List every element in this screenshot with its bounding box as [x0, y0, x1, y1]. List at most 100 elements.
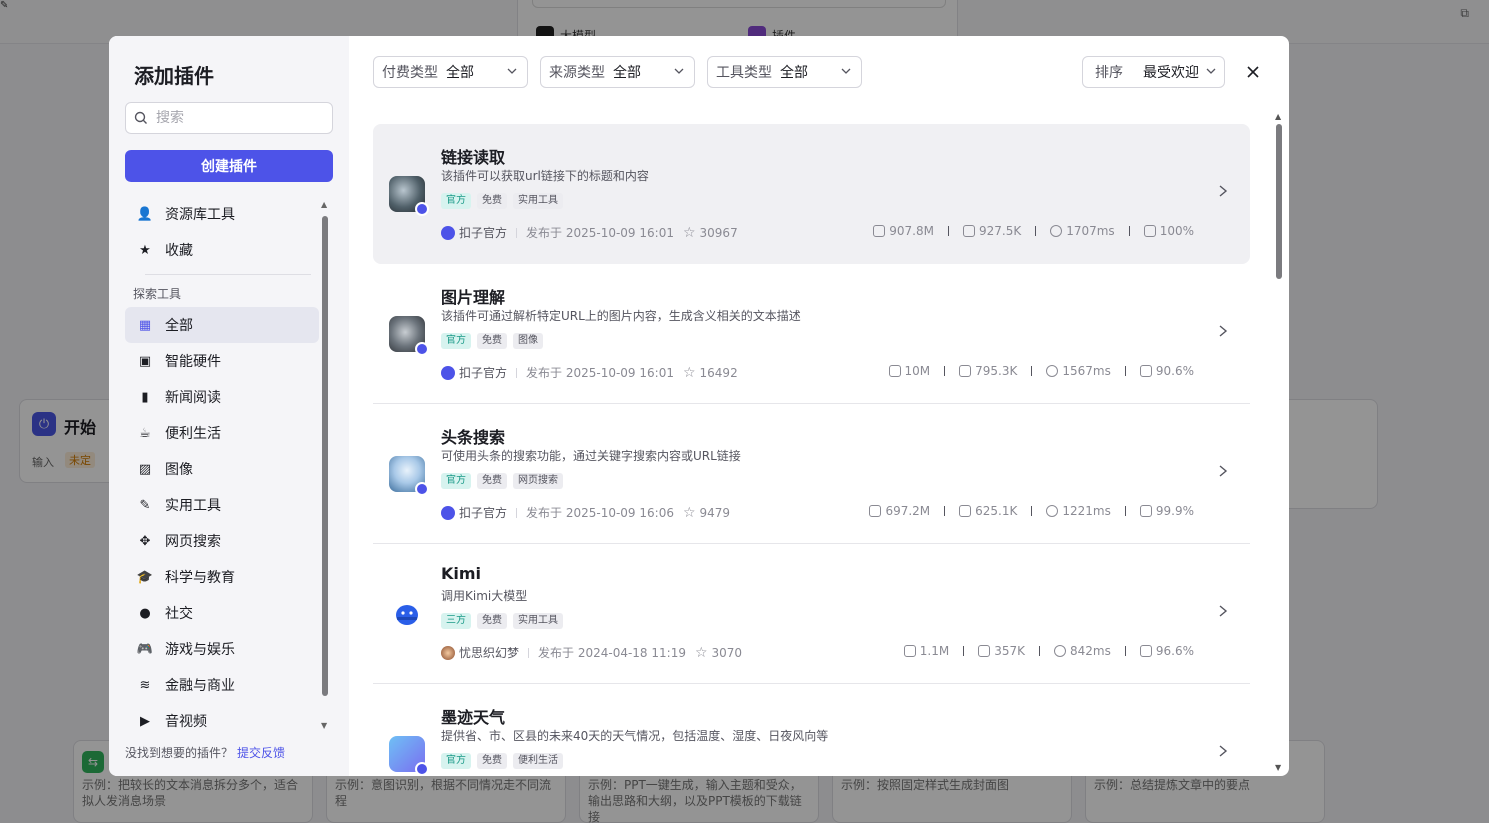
feedback-link[interactable]: 提交反馈: [237, 746, 285, 760]
scroll-down-arrow-icon[interactable]: ▼: [1275, 763, 1281, 772]
sort-select[interactable]: 排序 最受欢迎: [1082, 56, 1225, 88]
bot-icon: [962, 225, 975, 237]
sidebar-item-label: 全部: [165, 318, 193, 334]
scroll-up-arrow-icon[interactable]: ▲: [321, 200, 327, 209]
stats-divider: [1128, 226, 1130, 236]
filter-value: 全部: [613, 65, 641, 81]
scroll-down-arrow-icon[interactable]: ▼: [321, 721, 327, 730]
plugin-tag: 免费: [477, 333, 507, 349]
usage-count: 10M: [904, 364, 931, 378]
create-plugin-button[interactable]: 创建插件: [125, 150, 333, 182]
sidebar-item-smart-hardware[interactable]: ▣ 智能硬件: [125, 343, 319, 379]
add-plugin-modal: 添加插件 创建插件 👤 资源库工具 ★ 收藏 探索工具 ▦ 全部: [109, 36, 1289, 776]
sidebar-item-image[interactable]: ▨ 图像: [125, 451, 319, 487]
sidebar-scroll-thumb[interactable]: [322, 216, 328, 696]
sidebar-item-news-reading[interactable]: ▮ 新闻阅读: [125, 379, 319, 415]
plugin-card[interactable]: 链接读取 该插件可以获取url链接下的标题和内容 官方 免费 实用工具 扣子官方…: [373, 124, 1250, 264]
sidebar-item-all[interactable]: ▦ 全部: [125, 307, 319, 343]
plugin-meta: 扣子官方 发布于 2025-10-09 16:06 ☆ 9479: [441, 504, 730, 521]
clock-icon: [1050, 225, 1063, 237]
sidebar-item-label: 音视频: [165, 714, 207, 730]
plugin-author: 扣子官方: [441, 504, 507, 521]
sidebar-item-audio-video[interactable]: ▶ 音视频: [125, 703, 319, 732]
clock-icon: [1054, 645, 1067, 657]
plugin-tag: 免费: [477, 613, 507, 629]
official-badge-icon: [415, 202, 429, 216]
plugin-tags: 三方 免费 实用工具: [441, 613, 563, 629]
plugin-card[interactable]: 头条搜索 可使用头条的搜索功能，通过关键字搜索内容或URL链接 官方 免费 网页…: [373, 404, 1250, 544]
stats-divider: [944, 366, 946, 376]
plugin-tag: 网页搜索: [513, 473, 563, 489]
sidebar-item-resource-tools[interactable]: 👤 资源库工具: [125, 196, 319, 232]
sort-value: 最受欢迎: [1143, 65, 1199, 81]
chevron-right-icon: [1219, 605, 1228, 617]
sidebar-item-social[interactable]: ● 社交: [125, 595, 319, 631]
sidebar-scrollbar[interactable]: ▲ ▼: [320, 196, 330, 730]
author-name: 扣子官方: [459, 506, 508, 520]
usage-count: 907.8M: [889, 224, 934, 238]
sidebar-item-favorites[interactable]: ★ 收藏: [125, 232, 319, 268]
meta-divider: [528, 647, 530, 658]
success-rate: 90.6%: [1155, 364, 1194, 378]
sidebar-item-web-search[interactable]: ✥ 网页搜索: [125, 523, 319, 559]
sidebar-item-label: 网页搜索: [165, 534, 221, 550]
plugin-stats: 697.2M 625.1K 1221ms 99.9%: [869, 504, 1194, 518]
sidebar-item-science-education[interactable]: 🎓 科学与教育: [125, 559, 319, 595]
bot-icon: [978, 645, 991, 657]
modal-sidebar: 添加插件 创建插件 👤 资源库工具 ★ 收藏 探索工具 ▦ 全部: [109, 36, 349, 776]
star-icon: ☆: [694, 644, 708, 661]
close-icon[interactable]: [1243, 62, 1263, 82]
book-icon: ▮: [141, 389, 149, 405]
stats-divider: [1035, 226, 1037, 236]
grid-icon: ▦: [138, 317, 152, 333]
plugin-card[interactable]: 墨迹天气 提供省、市、区县的未来40天的天气情况，包括温度、湿度、日夜风向等 官…: [373, 684, 1250, 776]
filter-pay-type[interactable]: 付费类型 全部: [373, 56, 528, 88]
plugin-description: 该插件可以获取url链接下的标题和内容: [441, 169, 649, 183]
plugin-avatar: [389, 596, 425, 632]
plugin-list-scrollbar[interactable]: ▲ ▼: [1274, 112, 1284, 772]
plugin-name: Kimi: [441, 564, 482, 583]
author-name: 忧思织幻梦: [459, 646, 520, 660]
sidebar-item-finance[interactable]: ≋ 金融与商业: [125, 667, 319, 703]
wrench-icon: ✎: [139, 497, 151, 513]
user-icon: 👤: [136, 206, 154, 222]
stats-divider: [1039, 646, 1041, 656]
sidebar-item-label: 资源库工具: [165, 207, 235, 223]
sidebar-item-label: 社交: [165, 606, 193, 622]
plugin-card[interactable]: 图片理解 该插件可通过解析特定URL上的图片内容，生成含义相关的文本描述 官方 …: [373, 264, 1250, 404]
bot-icon: [959, 505, 972, 517]
sidebar-item-games[interactable]: 🎮 游戏与娱乐: [125, 631, 319, 667]
plugin-description: 调用Kimi大模型: [441, 589, 528, 603]
plugin-author: 扣子官方: [441, 364, 507, 381]
plugin-tag: 官方: [441, 753, 471, 769]
graduation-icon: 🎓: [136, 569, 154, 585]
sidebar-item-label: 游戏与娱乐: [165, 642, 235, 658]
sidebar-item-label: 科学与教育: [165, 570, 235, 586]
chevron-right-icon: [1219, 325, 1228, 337]
chevron-right-icon: [1219, 745, 1228, 757]
success-rate-icon: [1139, 365, 1152, 377]
sidebar-item-convenient-life[interactable]: ☕ 便利生活: [125, 415, 319, 451]
filter-tool-type[interactable]: 工具类型 全部: [707, 56, 862, 88]
plugin-name: 链接读取: [441, 148, 506, 167]
filter-source-type[interactable]: 来源类型 全部: [540, 56, 695, 88]
latency: 842ms: [1070, 644, 1111, 658]
stats-divider: [1124, 366, 1126, 376]
search-input[interactable]: [156, 110, 326, 126]
author-avatar: [441, 505, 455, 520]
filter-value: 全部: [446, 65, 474, 81]
sidebar-divider: [145, 274, 311, 275]
sort-label: 排序: [1095, 65, 1123, 81]
chevron-right-icon: [1219, 465, 1228, 477]
chevron-down-icon: [1206, 68, 1216, 74]
sidebar-item-label: 便利生活: [165, 426, 221, 442]
search-field[interactable]: [125, 102, 333, 134]
scroll-up-arrow-icon[interactable]: ▲: [1275, 112, 1281, 121]
plugin-card[interactable]: Kimi 调用Kimi大模型 三方 免费 实用工具 忧思织幻梦 发布于 2024…: [373, 544, 1250, 684]
usage-icon: [888, 365, 901, 377]
clock-icon: [1046, 365, 1059, 377]
plugin-list-scroll-thumb[interactable]: [1276, 124, 1282, 279]
chevron-down-icon: [507, 68, 517, 74]
plugin-tag: 实用工具: [513, 193, 563, 209]
sidebar-item-utilities[interactable]: ✎ 实用工具: [125, 487, 319, 523]
